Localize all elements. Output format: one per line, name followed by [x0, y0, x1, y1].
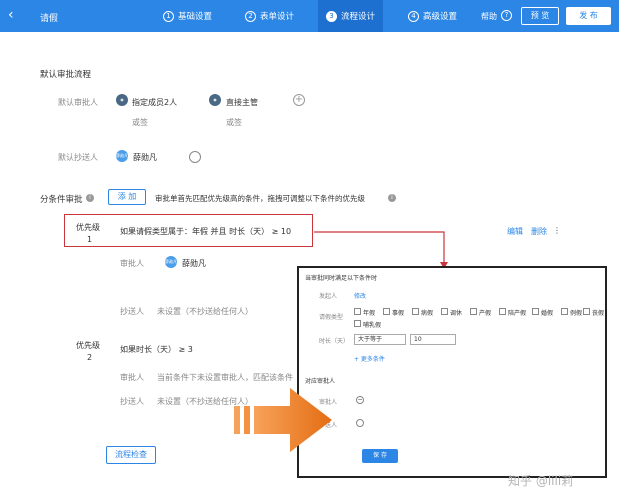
- step-flow-design[interactable]: 3 流程设计: [318, 0, 384, 32]
- watermark: 知乎 @lili莉: [508, 474, 574, 488]
- leave-type-option: 调休: [450, 310, 463, 317]
- rule-approver-label: 审批人: [120, 259, 144, 268]
- rule-cc-label: 抄送人: [120, 397, 144, 406]
- checkbox[interactable]: [354, 308, 361, 315]
- avatar: 薛勋凡: [165, 256, 177, 268]
- leave-type-option: 事假: [392, 310, 405, 317]
- checkbox[interactable]: [354, 320, 361, 327]
- checkbox[interactable]: [583, 308, 590, 315]
- default-approver-label: 默认审批人: [58, 98, 98, 107]
- leave-type-option: 丧假: [592, 310, 605, 317]
- rule-cc-value: 未设置（不抄送给任何人）: [157, 307, 253, 316]
- default-cc-label: 默认抄送人: [58, 153, 98, 162]
- user-icon: ◉: [209, 94, 221, 106]
- checkbox[interactable]: [412, 308, 419, 315]
- initiator-edit-link[interactable]: 修改: [354, 291, 366, 300]
- step-form-design[interactable]: 2 表单设计: [245, 0, 294, 32]
- conditional-title: 分条件审批: [40, 195, 83, 205]
- page-title: 请假: [40, 14, 59, 24]
- panel-title: 当审批同时满足以下条件时: [305, 275, 378, 282]
- avatar: 薛勋凡: [116, 150, 128, 162]
- leave-type-option: 婚假: [541, 310, 554, 317]
- checkbox[interactable]: [383, 308, 390, 315]
- initiator-label: 发起人: [319, 293, 338, 300]
- leave-type-option: 例假: [570, 310, 583, 317]
- top-bar: ‹ 请假 1 基础设置 2 表单设计 3 流程设计 4 高级设置 帮助 ? 预 …: [0, 0, 619, 32]
- edit-link[interactable]: 编辑: [507, 226, 523, 237]
- add-cc-icon[interactable]: [356, 419, 364, 427]
- checkbox[interactable]: [470, 308, 477, 315]
- condition-panel: 当审批同时满足以下条件时 发起人 修改 请假类型 年假 事假 病假 调休 产假 …: [297, 266, 607, 478]
- checkbox[interactable]: [561, 308, 568, 315]
- approver-sub: 或签: [226, 118, 242, 127]
- checkbox[interactable]: [499, 308, 506, 315]
- rule-cc-label: 抄送人: [120, 307, 144, 316]
- back-icon[interactable]: ‹: [8, 7, 14, 23]
- rule-condition[interactable]: 如果时长（天） ≥ 3: [120, 344, 193, 355]
- leave-type-label: 请假类型: [319, 314, 344, 321]
- duration-input[interactable]: 10: [410, 334, 456, 345]
- rule-approver-label: 审批人: [120, 373, 144, 382]
- approver-name[interactable]: 直接主管: [226, 97, 258, 108]
- save-button[interactable]: 保 存: [362, 449, 398, 463]
- add-cc-icon[interactable]: [189, 151, 201, 163]
- info-icon: i: [86, 194, 94, 202]
- orange-arrow-icon: [234, 388, 332, 452]
- checkbox[interactable]: [532, 308, 539, 315]
- publish-button[interactable]: 发 布: [566, 7, 611, 25]
- leave-type-option: 哺乳假: [363, 322, 382, 329]
- info-icon: i: [388, 194, 396, 202]
- user-group-icon: ◉: [116, 94, 128, 106]
- default-flow-title: 默认审批流程: [40, 70, 92, 80]
- leave-type-option: 产假: [479, 310, 492, 317]
- connector-arrow-icon: [314, 231, 448, 269]
- add-more-conditions-link[interactable]: + 更多条件: [354, 354, 385, 363]
- leave-type-option: 陪产假: [508, 310, 527, 317]
- step-advanced-settings[interactable]: 4 高级设置: [408, 0, 457, 32]
- delete-link[interactable]: 删除: [531, 226, 547, 237]
- cc-name: 薛勋凡: [133, 153, 157, 162]
- checkbox[interactable]: [441, 308, 448, 315]
- flow-check-button[interactable]: 流程检查: [106, 446, 156, 464]
- leave-type-option: 年假: [363, 310, 376, 317]
- add-approver-icon[interactable]: +: [293, 94, 305, 106]
- priority-label: 优先级: [76, 341, 100, 350]
- rule-approver-name: 薛勋凡: [182, 259, 206, 268]
- approver-sub: 或签: [132, 118, 148, 127]
- add-condition-button[interactable]: 添 加: [108, 189, 146, 205]
- add-approver-icon[interactable]: −: [356, 396, 364, 404]
- approver-name[interactable]: 指定成员2人: [132, 97, 177, 108]
- preview-button[interactable]: 预 览: [521, 7, 559, 25]
- operator-select[interactable]: 大于等于: [354, 334, 406, 345]
- help-icon[interactable]: ?: [501, 10, 512, 21]
- more-icon[interactable]: ⋮: [553, 226, 561, 235]
- step-basic-settings[interactable]: 1 基础设置: [163, 0, 212, 32]
- duration-label: 时长（天）: [319, 338, 350, 345]
- priority-number: 2: [87, 353, 93, 362]
- leave-type-option: 病假: [421, 310, 434, 317]
- rule-condition[interactable]: 如果请假类型属于：年假 并且 时长（天） ≥ 10: [120, 226, 291, 237]
- help-link[interactable]: 帮助: [481, 11, 497, 22]
- conditional-hint: 审批单首先匹配优先级高的条件，拖拽可调整以下条件的优先级: [155, 194, 365, 203]
